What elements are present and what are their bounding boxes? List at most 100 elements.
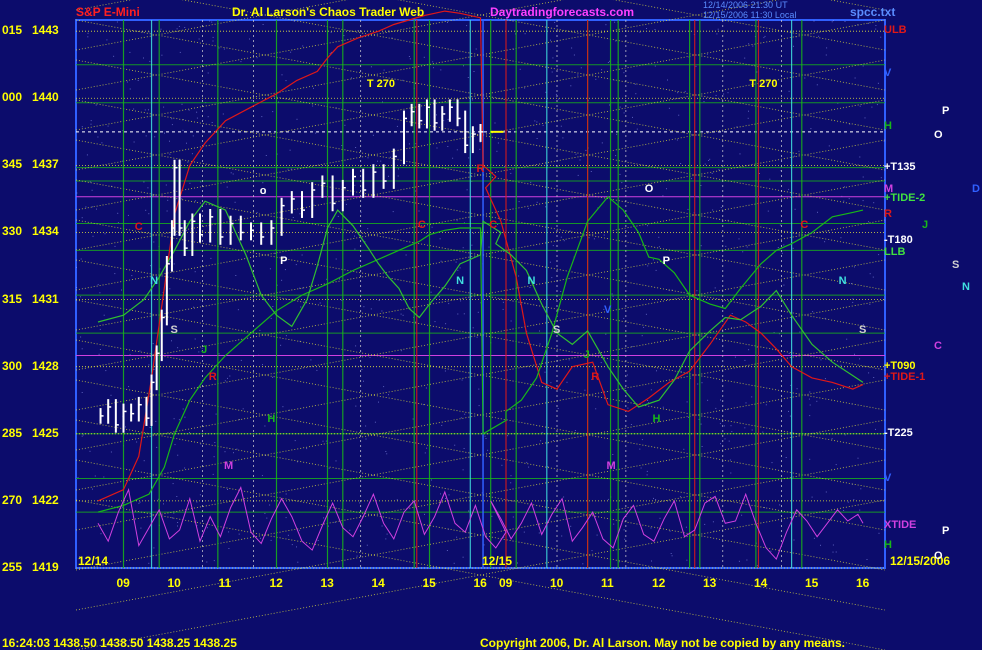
background-dot <box>383 386 385 388</box>
background-dot <box>152 343 154 345</box>
background-dot <box>798 150 800 152</box>
background-dot <box>600 362 602 364</box>
background-dot <box>854 77 856 79</box>
background-dot <box>218 353 220 355</box>
background-dot <box>343 35 345 37</box>
background-dot <box>94 475 96 477</box>
background-dot <box>811 496 813 498</box>
background-dot <box>339 278 340 280</box>
background-dot <box>388 394 389 396</box>
background-dot <box>643 326 645 328</box>
background-dot <box>354 184 356 186</box>
background-dot <box>655 269 657 271</box>
background-dot <box>623 317 625 319</box>
background-dot <box>573 54 575 56</box>
background-dot <box>793 539 795 541</box>
background-dot <box>717 365 719 367</box>
background-dot <box>367 228 369 230</box>
background-dot <box>215 413 217 415</box>
background-dot <box>748 43 750 45</box>
background-dot <box>568 359 570 361</box>
background-dot <box>878 254 880 256</box>
background-dot <box>724 438 726 440</box>
y-tick-degree: 330 <box>2 224 23 239</box>
background-dot <box>859 358 861 360</box>
background-dot <box>448 303 450 305</box>
background-dot <box>99 349 101 350</box>
background-dot <box>354 248 356 250</box>
site-link[interactable]: Daytradingforecasts.com <box>490 5 634 19</box>
background-dot <box>337 215 339 217</box>
x-tick-day1: 15 <box>422 576 436 590</box>
background-dot <box>612 295 614 297</box>
background-dot <box>883 140 885 142</box>
background-dot <box>593 238 595 240</box>
background-dot <box>440 69 442 71</box>
background-dot <box>445 323 447 325</box>
background-dot <box>195 200 196 202</box>
background-dot <box>756 346 758 348</box>
background-dot <box>153 369 155 370</box>
background-dot <box>166 210 168 212</box>
background-dot <box>683 448 685 450</box>
background-dot <box>299 287 300 289</box>
planet-marker: N <box>456 274 465 287</box>
background-dot <box>518 275 520 277</box>
background-dot <box>81 435 83 437</box>
background-dot <box>224 451 226 453</box>
background-dot <box>212 40 214 42</box>
background-dot <box>224 380 226 382</box>
background-dot <box>731 313 733 314</box>
background-dot <box>686 559 688 561</box>
background-dot <box>626 374 628 376</box>
background-dot <box>90 123 92 125</box>
background-dot <box>363 306 365 308</box>
background-dot <box>351 77 352 79</box>
background-dot <box>831 438 833 440</box>
background-dot <box>741 514 743 516</box>
background-dot <box>832 20 834 22</box>
background-dot <box>439 238 441 240</box>
background-dot <box>97 284 99 286</box>
background-dot <box>612 454 614 455</box>
background-dot <box>844 434 846 436</box>
background-dot <box>424 452 426 454</box>
right-level-label: XTIDE <box>884 518 917 531</box>
background-dot <box>544 371 546 373</box>
background-dot <box>659 517 661 519</box>
background-dot <box>738 238 740 240</box>
background-dot <box>653 497 654 499</box>
background-dot <box>344 124 346 126</box>
background-dot <box>97 136 99 138</box>
far-right-label: P <box>942 525 950 538</box>
background-dot <box>114 245 116 247</box>
background-dot <box>160 28 162 30</box>
background-dot <box>862 65 864 67</box>
background-dot <box>374 421 376 423</box>
background-dot <box>580 67 582 69</box>
background-dot <box>744 427 746 429</box>
background-dot <box>261 475 263 477</box>
planet-marker: C <box>417 218 426 231</box>
background-dot <box>676 139 678 141</box>
background-dot <box>601 142 603 144</box>
background-dot <box>678 114 680 116</box>
background-dot <box>876 104 878 106</box>
background-dot <box>478 388 480 390</box>
background-dot <box>447 118 449 120</box>
background-dot <box>179 51 181 53</box>
planet-marker: R <box>591 370 600 383</box>
background-dot <box>80 258 82 260</box>
background-dot <box>595 78 597 80</box>
background-dot <box>868 221 869 223</box>
background-dot <box>781 471 783 473</box>
background-dot <box>472 99 474 101</box>
background-dot <box>194 338 196 340</box>
background-dot <box>295 264 297 266</box>
background-dot <box>820 359 822 361</box>
background-dot <box>742 251 744 253</box>
background-dot <box>173 418 175 420</box>
background-dot <box>646 474 648 476</box>
background-dot <box>536 121 538 123</box>
background-dot <box>718 169 720 171</box>
